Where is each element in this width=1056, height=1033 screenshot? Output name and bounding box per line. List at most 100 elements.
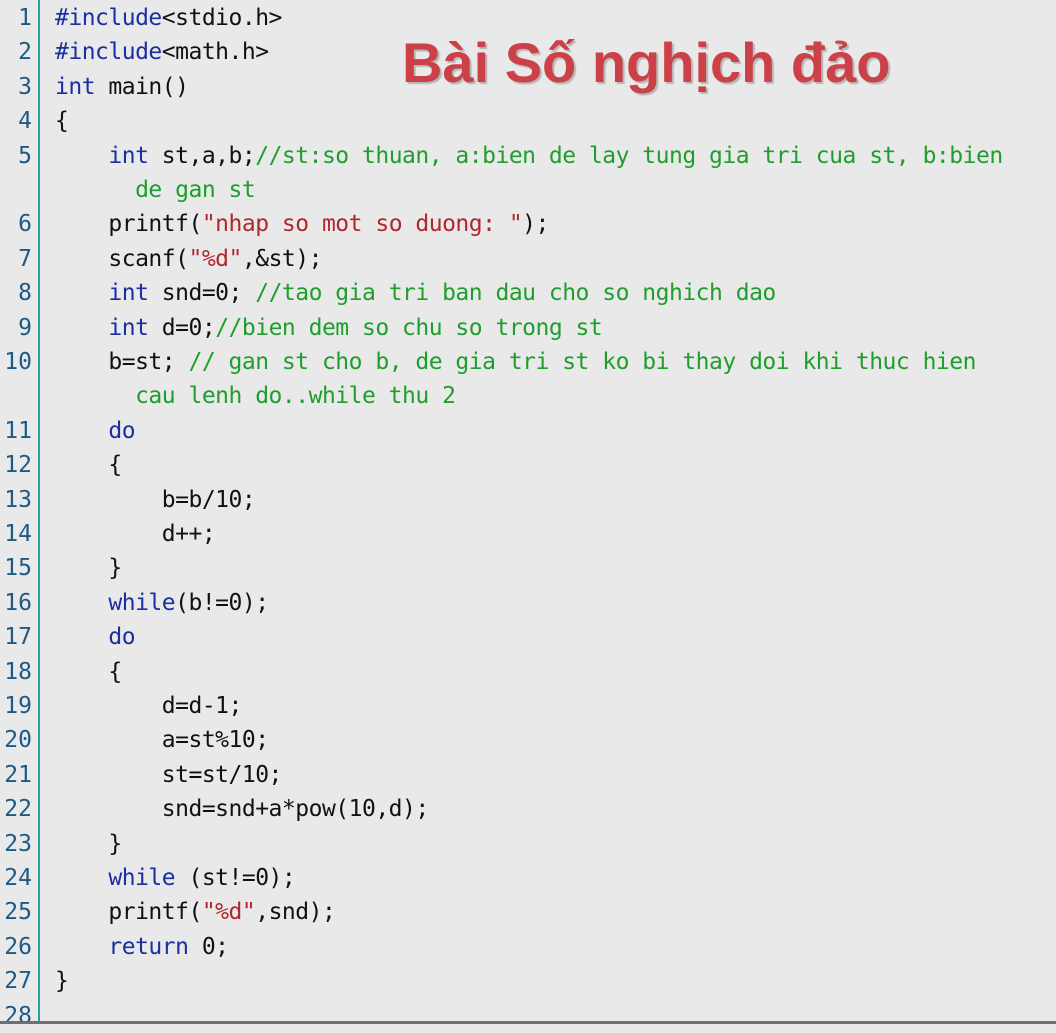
page-title: Bài Số nghịch đảo [402,31,891,94]
code-line[interactable]: while(b!=0); [55,586,269,620]
code-token: ); [522,211,549,238]
line-number: 18 [4,658,32,685]
line-number: 9 [18,314,32,341]
line-number: 20 [4,727,32,754]
code-token: ,snd); [255,899,336,926]
code-line[interactable]: while (st!=0); [55,861,295,895]
line-number: 21 [4,761,32,788]
keyword-token: while [55,589,176,616]
code-line[interactable]: b=st; // gan st cho b, de gia tri st ko … [55,345,976,379]
code-token: { [55,658,122,685]
line-number: 2 [18,39,32,66]
code-line[interactable]: { [55,655,122,689]
string-token: "%d" [201,899,256,926]
code-token: b=b/10; [55,486,256,513]
comment-token: //tao gia tri ban dau cho so nghich dao [255,280,776,307]
line-number: 3 [18,73,32,100]
code-line[interactable]: printf("nhap so mot so duong: "); [55,207,549,241]
line-number: 17 [4,624,32,651]
line-number: 23 [4,830,32,857]
code-line[interactable]: d=d-1; [55,689,243,723]
keyword-token: int [55,73,96,100]
code-line[interactable]: b=b/10; [55,483,256,517]
code-line[interactable]: scanf("%d",&st); [55,242,322,276]
line-number: 16 [4,589,32,616]
line-number: 25 [4,899,32,926]
line-number [0,379,32,413]
code-token: d=d-1; [55,693,243,719]
comment-token: //st:so thuan, a:bien de lay tung gia tr… [255,142,1003,169]
code-token: st,a,b; [148,142,256,169]
code-token: (b!=0); [175,589,269,616]
keyword-token: int [55,280,149,307]
code-token: <math.h> [161,39,269,66]
code-token: printf( [55,211,202,238]
line-number: 26 [4,933,32,960]
comment-token: // gan st cho b, de gia tri st ko bi tha… [188,349,976,375]
code-line[interactable]: de gan st [55,173,256,207]
line-number: 22 [4,796,32,823]
code-token: (st!=0); [175,865,296,891]
line-number: 14 [4,521,32,547]
code-token: d=0; [148,314,216,341]
code-token: 0; [188,933,229,960]
code-token: { [55,108,69,135]
keyword-token: return [55,933,189,960]
comment-token: //bien dem so chu so trong st [215,314,603,341]
line-number: 24 [4,865,32,891]
code-line[interactable]: do [55,414,135,448]
code-token: } [55,968,69,995]
code-line[interactable]: } [55,551,122,585]
code-line[interactable]: int main() [55,70,189,104]
code-line[interactable]: int snd=0; //tao gia tri ban dau cho so … [55,276,776,310]
code-token: st=st/10; [55,761,283,788]
code-token: <stdio.h> [161,5,283,31]
code-line[interactable]: int d=0;//bien dem so chu so trong st [55,311,602,345]
keyword-token: do [55,417,136,444]
line-number: 7 [18,245,32,272]
line-number [0,173,32,207]
line-number: 19 [4,693,32,719]
code-token: printf( [55,899,202,926]
code-token: d++; [55,521,216,547]
line-number: 11 [4,417,32,444]
code-line[interactable]: return 0; [55,930,229,964]
line-number: 6 [18,211,32,238]
code-token: } [55,555,122,582]
keyword-token: while [55,865,176,891]
keyword-token: #include [55,5,162,31]
code-token: snd=0; [148,280,256,307]
code-line[interactable]: printf("%d",snd); [55,895,335,929]
code-line[interactable]: #include<stdio.h> [55,1,282,35]
code-line[interactable]: snd=snd+a*pow(10,d); [55,792,429,826]
code-line[interactable]: cau lenh do..while thu 2 [55,379,456,413]
line-number: 15 [4,555,32,582]
code-line[interactable]: { [55,448,122,482]
code-line[interactable]: #include<math.h> [55,35,269,69]
line-number: 12 [4,452,32,479]
line-number: 10 [4,349,32,375]
string-token: "%d" [188,245,242,272]
code-line[interactable]: { [55,104,69,138]
comment-token: cau lenh do..while thu 2 [55,383,456,410]
code-line[interactable]: do [55,620,135,654]
code-line[interactable]: } [55,827,122,861]
code-line[interactable]: st=st/10; [55,758,283,792]
code-token: scanf( [55,245,189,272]
line-number: 8 [18,280,32,307]
keyword-token: int [55,142,149,169]
code-line[interactable]: int st,a,b;//st:so thuan, a:bien de lay … [55,139,1003,173]
code-token: ,&st); [241,245,323,272]
code-token: main() [95,73,189,100]
code-line[interactable]: a=st%10; [55,723,269,757]
line-number: 27 [4,968,32,995]
code-token: snd=snd+a*pow(10,d); [55,796,429,823]
line-number: 13 [4,486,32,513]
line-number: 5 [18,142,32,169]
code-line[interactable]: d++; [55,517,216,551]
code-editor[interactable]: 1 #include<stdio.h> 2 #include<math.h> 3 int … [0,0,1056,1029]
code-line[interactable]: } [55,964,69,998]
string-token: "nhap so mot so duong: " [201,211,523,238]
code-token: a=st%10; [55,727,269,754]
code-token: } [55,830,122,857]
